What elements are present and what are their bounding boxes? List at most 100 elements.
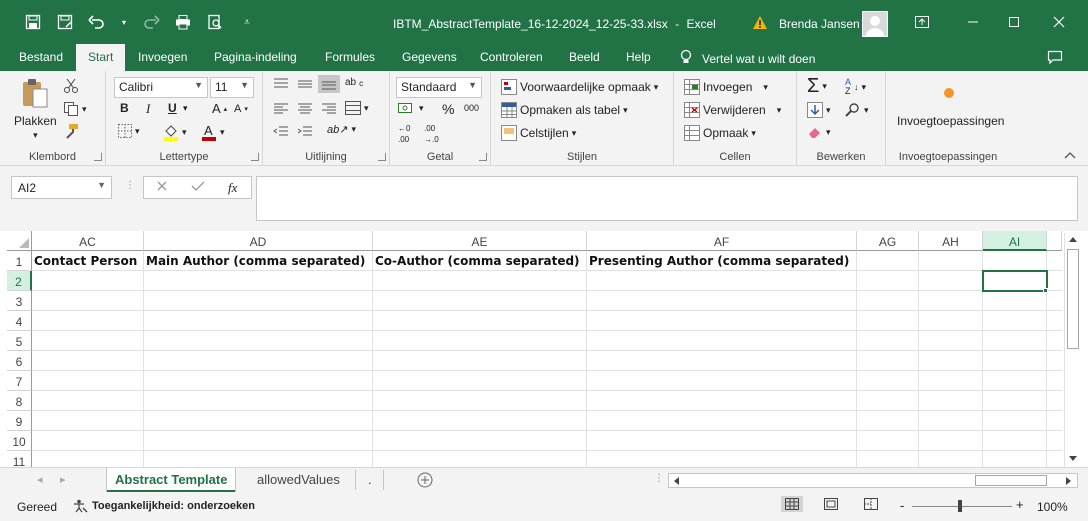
align-middle-icon[interactable] [297,77,313,91]
select-all-corner[interactable] [7,231,32,251]
collapse-ribbon-icon[interactable] [1064,151,1076,159]
row-header-1[interactable]: 1 [7,251,32,271]
alignment-launcher-icon[interactable] [378,153,386,161]
zoom-slider-thumb[interactable] [958,500,962,512]
tab-gegevens[interactable]: Gegevens [402,50,457,64]
scroll-up-icon[interactable] [1068,235,1078,243]
format-painter-icon[interactable] [63,123,79,139]
font-launcher-icon[interactable] [251,153,259,161]
page-layout-view-icon[interactable] [824,498,838,510]
sheet-tab-allowedvalues[interactable]: allowedValues [249,468,348,492]
warning-icon[interactable] [752,15,768,34]
align-center-icon[interactable] [297,102,313,116]
font-size-select[interactable]: 11 ▼ [210,77,254,98]
zoom-slider[interactable] [912,506,1012,507]
page-break-view-icon[interactable] [864,498,878,510]
add-sheet-icon[interactable] [417,472,433,488]
row-header-7[interactable]: 7 [7,371,32,391]
increase-indent-icon[interactable] [297,125,313,139]
sort-filter-icon[interactable]: A Z ↓ ▾ [845,78,866,96]
column-header-ai[interactable]: AI [983,231,1047,251]
underline-dropdown-icon[interactable]: ▾ [183,103,188,114]
fill-icon[interactable]: ▾ [807,102,831,118]
copy-icon[interactable]: ▾ [63,101,87,117]
cell-ac1[interactable]: Contact Person [34,254,137,268]
accessibility-status[interactable]: Toegankelijkheid: onderzoeken [73,499,255,513]
customize-qat-icon[interactable]: ⩡ [238,13,256,31]
user-name[interactable]: Brenda Jansen [779,17,860,31]
row-header-8[interactable]: 8 [7,391,32,411]
zoom-in-button[interactable]: + [1016,497,1024,512]
maximize-icon[interactable] [1006,14,1022,30]
tab-start[interactable]: Start [76,44,126,71]
tab-controleren[interactable]: Controleren [480,50,543,64]
row-header-3[interactable]: 3 [7,291,32,311]
normal-view-icon[interactable] [781,496,803,512]
column-header-ah[interactable]: AH [919,231,983,251]
cut-icon[interactable] [63,78,79,94]
align-left-icon[interactable] [273,102,289,116]
save-icon[interactable] [24,13,42,31]
vertical-scroll-thumb[interactable] [1067,249,1079,349]
prev-sheet-icon[interactable]: ◂ [37,473,43,486]
sheet-tab-dot[interactable]: . [360,468,380,492]
underline-button[interactable]: U [168,101,177,115]
increase-decimal-icon[interactable]: ←0.00 [398,125,410,144]
fill-color-icon[interactable]: ▾ [163,123,187,141]
tab-invoegen[interactable]: Invoegen [138,50,187,64]
ribbon-display-options-icon[interactable] [914,14,930,30]
tab-bestand[interactable]: Bestand [19,50,63,64]
cell-ae1[interactable]: Co-Author (comma separated) [375,254,580,268]
number-launcher-icon[interactable] [479,153,487,161]
autosum-icon[interactable]: Σ ▾ [807,75,827,98]
comments-icon[interactable] [1047,49,1063,68]
print-icon[interactable] [174,13,192,31]
text-orientation-icon[interactable]: ab c [345,77,363,88]
number-format-select[interactable]: Standaard ▼ [396,77,482,98]
cancel-entry-icon[interactable] [156,180,168,192]
decrease-decimal-icon[interactable]: .00 →.0 [424,125,439,144]
orientation-icon[interactable]: ab↗ ▾ [327,123,356,136]
font-name-select[interactable]: Calibri ▼ [114,77,208,98]
italic-button[interactable]: I [146,101,150,117]
tab-pagina-indeling[interactable]: Pagina-indeling [214,50,297,64]
tab-help[interactable]: Help [626,50,651,64]
save-as-icon[interactable] [56,13,74,31]
worksheet-grid[interactable]: AC AD AE AF AG AH AI 1 2 3 4 5 6 7 8 9 1… [7,231,1062,467]
column-header-ag[interactable]: AG [857,231,919,251]
column-header-ac[interactable]: AC [32,231,144,251]
sheet-tab-abstract-template[interactable]: Abstract Template [107,468,236,492]
thousands-button[interactable]: 000 [464,103,479,113]
align-top-icon[interactable] [273,77,289,91]
format-cells-button[interactable]: Opmaak ▾ [684,125,756,141]
tab-beeld[interactable]: Beeld [569,50,600,64]
addins-button[interactable]: Invoegtoepassingen [897,114,1004,128]
active-cell[interactable] [982,270,1048,292]
confirm-entry-icon[interactable] [191,180,205,192]
next-sheet-icon[interactable]: ▸ [60,473,66,486]
horizontal-scroll-thumb[interactable] [975,475,1047,486]
redo-icon[interactable] [142,13,160,31]
row-header-4[interactable]: 4 [7,311,32,331]
scroll-down-icon[interactable] [1068,455,1078,463]
column-header-ad[interactable]: AD [144,231,373,251]
tab-bar-grip-icon[interactable]: ⋮ [654,473,664,484]
currency-icon[interactable]: ▾ [398,101,424,115]
print-preview-icon[interactable] [206,13,224,31]
find-select-icon[interactable]: ▾ [845,102,869,118]
zoom-level[interactable]: 100% [1037,500,1068,514]
minimize-icon[interactable] [965,14,981,30]
decrease-indent-icon[interactable] [273,125,289,139]
undo-icon[interactable] [88,13,106,31]
paste-button[interactable]: Plakken ▾ [14,77,57,141]
insert-function-button[interactable]: fx [228,180,237,196]
zoom-out-button[interactable]: - [900,498,904,513]
align-bottom-icon[interactable] [318,75,340,93]
font-color-icon[interactable]: A ▾ [201,123,225,141]
tab-formules[interactable]: Formules [325,50,375,64]
cell-ad1[interactable]: Main Author (comma separated) [146,254,365,268]
shrink-font-icon[interactable]: A ▾ [234,103,248,115]
column-header-ae[interactable]: AE [373,231,587,251]
column-header-next[interactable] [1047,231,1062,251]
borders-icon[interactable]: ▾ [118,124,140,138]
